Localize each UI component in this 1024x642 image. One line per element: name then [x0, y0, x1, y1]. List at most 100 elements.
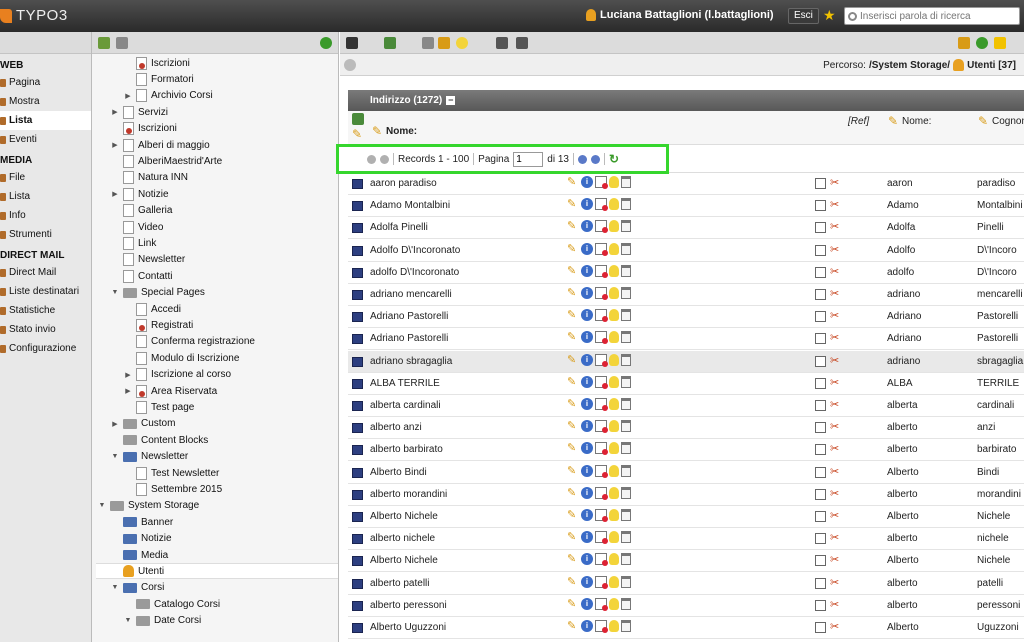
record-icon[interactable]: [352, 489, 363, 500]
new-page-icon[interactable]: [384, 37, 396, 49]
info-icon[interactable]: i: [581, 220, 593, 233]
cut-icon[interactable]: ✂: [830, 488, 839, 500]
refresh-icon[interactable]: ↻: [609, 152, 619, 166]
tree-node[interactable]: Newsletter: [111, 252, 185, 268]
delete-icon[interactable]: [621, 220, 631, 233]
hide-bulb-icon[interactable]: [609, 597, 619, 610]
table-row[interactable]: alberto peressoni ✎ i ✂ alberto peressoni: [348, 595, 1024, 617]
info-icon[interactable]: i: [581, 464, 593, 477]
copy-icon[interactable]: [815, 400, 826, 411]
edit-icon[interactable]: ✎: [567, 287, 579, 299]
page-icon[interactable]: [136, 89, 147, 103]
history-icon[interactable]: [595, 575, 608, 589]
hide-bulb-icon[interactable]: [609, 575, 619, 588]
tree-node[interactable]: Test Newsletter: [124, 465, 219, 481]
page-icon[interactable]: [123, 105, 134, 119]
copy-icon[interactable]: [815, 466, 826, 478]
edit-page-icon[interactable]: [422, 37, 434, 49]
cut-icon[interactable]: ✂: [830, 599, 839, 611]
tree-node[interactable]: Content Blocks: [111, 432, 208, 448]
bookmark-icon[interactable]: [994, 37, 1006, 49]
folder-blue-icon[interactable]: [123, 451, 137, 462]
info-icon[interactable]: i: [581, 198, 593, 211]
tree-node-label[interactable]: Servizi: [138, 107, 168, 118]
cut-icon[interactable]: ✂: [830, 400, 839, 411]
hide-bulb-icon[interactable]: [609, 398, 619, 410]
cut-icon[interactable]: ✂: [830, 577, 839, 589]
cut-icon[interactable]: ✂: [830, 355, 839, 367]
record-icon[interactable]: [352, 334, 363, 345]
hide-bulb-icon[interactable]: [609, 287, 619, 299]
tree-node[interactable]: Video: [111, 219, 163, 235]
hide-bulb-icon[interactable]: [609, 509, 619, 521]
folder-icon[interactable]: [136, 599, 150, 610]
hide-bulb-icon[interactable]: [609, 242, 619, 255]
tree-node[interactable]: ▼ Special Pages: [111, 285, 205, 301]
folder-blue-icon[interactable]: [123, 582, 137, 593]
history-icon[interactable]: [595, 398, 608, 411]
edit-icon[interactable]: ✎: [567, 309, 579, 321]
help-icon[interactable]: [344, 59, 356, 71]
expand-arrow-icon[interactable]: ▶: [111, 141, 119, 149]
info-icon[interactable]: i: [581, 575, 593, 588]
module-item[interactable]: Mostra: [0, 92, 91, 111]
hide-bulb-icon[interactable]: [609, 553, 619, 566]
module-item[interactable]: Eventi: [0, 130, 91, 149]
edit-icon[interactable]: ✎: [567, 243, 579, 255]
table-row[interactable]: alberta cardinali ✎ i ✂ alberta cardinali: [348, 395, 1024, 417]
edit-icon[interactable]: ✎: [567, 354, 579, 366]
copy-icon[interactable]: [815, 577, 826, 589]
module-item[interactable]: Lista: [0, 111, 91, 130]
record-icon[interactable]: [352, 623, 363, 633]
info-icon[interactable]: i: [581, 331, 593, 344]
tree-node[interactable]: ▶ Archivio Corsi: [124, 88, 213, 104]
tree-node-label[interactable]: Corsi: [141, 582, 164, 593]
tree-node[interactable]: AlberiMaestrid'Arte: [111, 153, 222, 169]
hide-bulb-icon[interactable]: [609, 309, 619, 322]
hide-bulb-icon[interactable]: [609, 176, 619, 188]
folder-icon[interactable]: [136, 615, 150, 626]
info-icon[interactable]: i: [581, 531, 593, 544]
edit-icon[interactable]: ✎: [567, 198, 579, 210]
info-icon[interactable]: i: [581, 420, 593, 433]
record-icon[interactable]: [352, 534, 363, 545]
expand-arrow-icon[interactable]: ▶: [111, 108, 119, 116]
page-icon[interactable]: [136, 56, 147, 70]
cut-icon[interactable]: ✂: [830, 511, 839, 522]
page-icon[interactable]: [136, 400, 147, 414]
copy-icon[interactable]: [815, 266, 826, 278]
module-item[interactable]: Stato invio: [0, 320, 91, 339]
tree-node-label[interactable]: Settembre 2015: [151, 484, 222, 495]
info-icon[interactable]: i: [581, 176, 593, 188]
refresh-tree-icon[interactable]: [320, 37, 332, 49]
search-box[interactable]: [844, 7, 1020, 25]
copy-icon[interactable]: [815, 488, 826, 500]
info-icon[interactable]: i: [581, 264, 593, 277]
tree-node[interactable]: Natura INN: [111, 170, 188, 186]
tree-node-label[interactable]: Newsletter: [138, 254, 185, 265]
tree-node[interactable]: Contatti: [111, 268, 172, 284]
history-icon[interactable]: [595, 375, 608, 389]
history-icon[interactable]: [595, 220, 608, 234]
filter-icon[interactable]: [116, 37, 128, 49]
table-row[interactable]: ALBA TERRILE ✎ i ✂ ALBA TERRILE: [348, 373, 1024, 395]
tree-node[interactable]: Link: [111, 235, 156, 251]
tree-node[interactable]: Conferma registrazione: [124, 334, 255, 350]
table-row[interactable]: alberto morandini ✎ i ✂ alberto morandini: [348, 484, 1024, 506]
expand-arrow-icon[interactable]: ▶: [111, 420, 119, 428]
tree-node-label[interactable]: Newsletter: [141, 451, 188, 462]
tree-node-label[interactable]: Utenti: [138, 566, 164, 577]
delete-icon[interactable]: [621, 287, 631, 299]
user-menu[interactable]: Luciana Battaglioni (l.battaglioni): [586, 9, 774, 21]
edit-icon[interactable]: ✎: [567, 398, 579, 410]
tree-node-label[interactable]: Galleria: [138, 205, 172, 216]
page-icon[interactable]: [123, 171, 134, 185]
table-row[interactable]: adriano sbragaglia ✎ i ✂ adriano sbragaglia: [348, 350, 1024, 373]
table-row[interactable]: Adolfo D\'Incoronato ✎ i ✂ Adolfo D\'Incoro: [348, 240, 1024, 262]
tree-node[interactable]: Test page: [124, 399, 194, 415]
module-item[interactable]: Strumenti: [0, 225, 91, 244]
record-icon[interactable]: [352, 423, 363, 434]
copy-icon[interactable]: [815, 355, 826, 367]
page-icon[interactable]: [136, 72, 147, 86]
cut-icon[interactable]: ✂: [830, 422, 839, 433]
